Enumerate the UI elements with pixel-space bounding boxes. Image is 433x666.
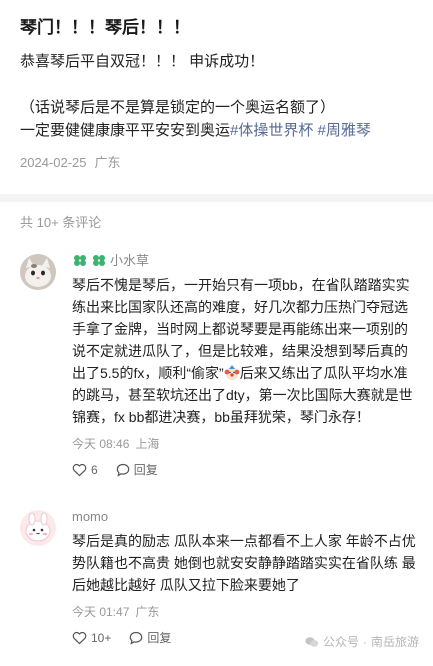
clover-icon bbox=[91, 254, 107, 268]
comment-author[interactable]: momo bbox=[72, 508, 417, 526]
watermark: 公众号 · 南岳旅游 bbox=[305, 633, 419, 650]
like-button[interactable]: 6 bbox=[72, 462, 98, 478]
post-line-3-text: 一定要健健康康平平安安到奥运 bbox=[20, 122, 231, 139]
comment-content: 小水草 琴后不愧是琴后，一开始只有一项bb，在省队踏踏实实练出来比国家队还高的难… bbox=[72, 252, 417, 478]
cat-avatar-icon bbox=[20, 254, 56, 290]
hashtag-link[interactable]: #周雅琴 bbox=[318, 122, 371, 139]
comment-actions: 6 回复 bbox=[72, 462, 417, 478]
clown-emoji-icon bbox=[224, 365, 240, 381]
post: 琴门！！！琴后！！！ 恭喜琴后平自双冠！！！ 申诉成功！ （话说琴后是不是算是锁… bbox=[0, 0, 433, 172]
avatar[interactable] bbox=[20, 254, 56, 290]
comment-location: 上海 bbox=[135, 437, 160, 451]
comment-author-name: 小水草 bbox=[110, 253, 150, 268]
comment-author-name: momo bbox=[72, 509, 109, 524]
reply-label: 回复 bbox=[133, 463, 158, 477]
like-count: 6 bbox=[91, 463, 98, 477]
post-line-3: 一定要健健康康平平安安到奥运#体操世界杯 #周雅琴 bbox=[20, 119, 413, 142]
section-divider bbox=[0, 194, 433, 202]
comment-time: 今天 08:46 bbox=[72, 437, 130, 451]
post-date: 2024-02-25 bbox=[20, 155, 87, 170]
watermark-dot: · bbox=[362, 634, 367, 649]
like-button[interactable]: 10+ bbox=[72, 630, 111, 646]
comment-meta: 今天 08:46 上海 bbox=[72, 436, 417, 452]
wechat-icon bbox=[305, 636, 319, 647]
reply-label: 回复 bbox=[147, 631, 172, 645]
comment-location: 广东 bbox=[135, 605, 160, 619]
heart-icon bbox=[72, 463, 87, 477]
post-line-2: （话说琴后是不是算是锁定的一个奥运名额了） bbox=[20, 99, 336, 116]
post-body: 恭喜琴后平自双冠！！！ 申诉成功！ （话说琴后是不是算是锁定的一个奥运名额了） … bbox=[20, 50, 413, 142]
heart-icon bbox=[72, 631, 87, 645]
clover-icon bbox=[72, 254, 88, 268]
comment-author[interactable]: 小水草 bbox=[72, 252, 417, 270]
comment-content: momo 琴后是真的励志 瓜队本来一点都看不上人家 年龄不占优势队籍也不高贵 她… bbox=[72, 508, 417, 646]
reply-button[interactable]: 回复 bbox=[129, 630, 171, 646]
avatar[interactable] bbox=[20, 510, 56, 546]
reply-button[interactable]: 回复 bbox=[116, 462, 158, 478]
hashtag-link[interactable]: #体操世界杯 bbox=[230, 122, 313, 139]
post-line-1: 恭喜琴后平自双冠！！！ 申诉成功！ bbox=[20, 53, 265, 70]
comment-item: 小水草 琴后不愧是琴后，一开始只有一项bb，在省队踏踏实实练出来比国家队还高的难… bbox=[0, 252, 433, 478]
comment-text: 琴后是真的励志 瓜队本来一点都看不上人家 年龄不占优势队籍也不高贵 她倒也就安安… bbox=[72, 533, 416, 593]
bunny-avatar-icon bbox=[20, 510, 56, 546]
comment-meta: 今天 01:47 广东 bbox=[72, 604, 417, 620]
post-title: 琴门！！！琴后！！！ bbox=[20, 18, 190, 37]
reply-icon bbox=[116, 463, 129, 477]
comment-item: momo 琴后是真的励志 瓜队本来一点都看不上人家 年龄不占优势队籍也不高贵 她… bbox=[0, 508, 433, 646]
reply-icon bbox=[130, 631, 143, 645]
like-count: 10+ bbox=[91, 631, 112, 645]
comment-time: 今天 01:47 bbox=[72, 605, 130, 619]
comment-text: 琴后不愧是琴后，一开始只有一项bb，在省队踏踏实实练出来比国家队还高的难度，好几… bbox=[72, 274, 417, 428]
page: 琴门！！！琴后！！！ 恭喜琴后平自双冠！！！ 申诉成功！ （话说琴后是不是算是锁… bbox=[0, 0, 433, 666]
comments-count: 共 10+ 条评论 bbox=[20, 215, 102, 230]
watermark-label: 公众号 bbox=[322, 635, 359, 649]
watermark-account: 南岳旅游 bbox=[370, 635, 419, 649]
post-meta: 2024-02-25 广东 bbox=[20, 154, 413, 172]
post-location: 广东 bbox=[94, 155, 121, 170]
